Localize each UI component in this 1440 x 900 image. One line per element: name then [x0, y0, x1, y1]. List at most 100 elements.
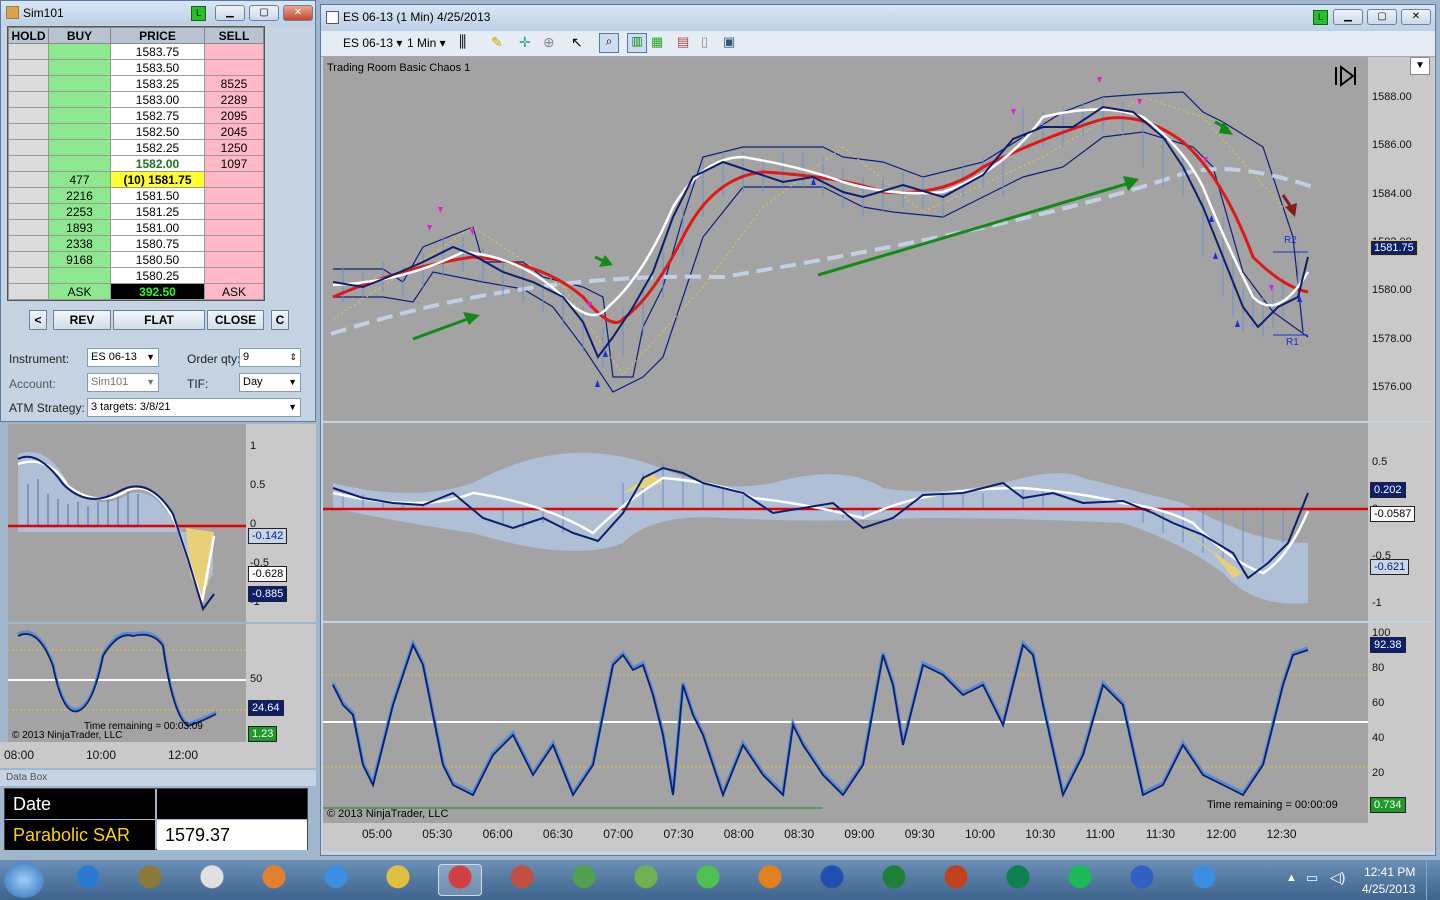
network-app-icon[interactable]	[562, 864, 606, 896]
ladder-hold-cell	[8, 59, 49, 76]
instrument-select[interactable]: ES 06-13 ▼	[87, 348, 159, 367]
chart-close-button[interactable]: ✕	[1401, 9, 1431, 25]
game-app-icon[interactable]	[128, 864, 172, 896]
flower-app-icon[interactable]	[1120, 864, 1164, 896]
app-icon	[6, 6, 19, 19]
pencil-icon[interactable]: ✎	[491, 34, 503, 51]
document-viewer-icon[interactable]	[190, 864, 234, 896]
ladder-sell-cell[interactable]: 1097	[204, 155, 264, 172]
indicators-icon[interactable]: ▥	[627, 33, 647, 53]
sar-label-cell: Parabolic SAR	[5, 820, 155, 850]
clock-time[interactable]: 12:41 PM	[1364, 865, 1415, 879]
chart-titlebar[interactable]: ES 06-13 (1 Min) 4/25/2013 L ▁ ▢ ✕	[321, 5, 1435, 31]
ladder-sell-cell[interactable]	[204, 59, 264, 76]
close-position-button[interactable]: CLOSE	[207, 310, 264, 330]
close-window-button[interactable]: ✕	[283, 5, 313, 21]
order-qty-input[interactable]: 9 ⇕	[239, 348, 301, 367]
spotify-icon[interactable]	[1058, 864, 1102, 896]
internet-explorer-2-icon[interactable]	[1182, 864, 1226, 896]
data-box-icon[interactable]: ▯	[701, 34, 708, 50]
ladder-buy-cell[interactable]	[48, 123, 111, 140]
dom-titlebar[interactable]: Sim101 L ▁ ▢ ✕	[1, 1, 315, 25]
ladder-sell-cell[interactable]	[204, 171, 264, 188]
internet-explorer-icon[interactable]	[66, 864, 110, 896]
media-player-icon[interactable]	[252, 864, 296, 896]
ladder-sell-cell[interactable]	[204, 187, 264, 204]
ladder-sell-cell[interactable]	[204, 251, 264, 268]
chart-trader-icon[interactable]: ▣	[723, 34, 735, 50]
start-orb-icon[interactable]	[4, 862, 44, 898]
ladder-buy-cell[interactable]	[48, 43, 111, 60]
interval-dropdown[interactable]: 1 Min ▾	[407, 36, 446, 50]
ladder-sell-cell[interactable]	[204, 203, 264, 220]
taskbar: ▲ ▭ ◁) 12:41 PM 4/25/2013	[0, 860, 1440, 900]
chart-minimize-button[interactable]: ▁	[1333, 9, 1363, 25]
bar-type-icon[interactable]: ⫼	[459, 34, 466, 52]
ladder-sell-cell[interactable]	[204, 43, 264, 60]
ladder-sell-cell[interactable]	[204, 235, 264, 252]
mini-osc-value-tag: -0.628	[248, 566, 288, 582]
collapse-button[interactable]: <	[29, 310, 47, 330]
network-icon[interactable]: ▭	[1306, 870, 1318, 886]
c-button[interactable]: C	[271, 310, 289, 330]
chart-maximize-button[interactable]: ▢	[1367, 9, 1397, 25]
powerpoint-icon[interactable]	[934, 864, 978, 896]
ladder-hold-cell	[8, 267, 49, 284]
ladder-buy-cell[interactable]: 2338	[48, 235, 111, 252]
mini-oscillator-panel	[8, 424, 246, 622]
dice-app-icon[interactable]	[686, 864, 730, 896]
ladder-buy-cell[interactable]	[48, 139, 111, 156]
ladder-sell-cell[interactable]	[204, 267, 264, 284]
ladder-buy-cell[interactable]	[48, 155, 111, 172]
ladder-buy-cell[interactable]: 9168	[48, 251, 111, 268]
publisher-icon[interactable]	[996, 864, 1040, 896]
ladder-price-cell: 1581.25	[110, 203, 205, 220]
word-icon[interactable]	[810, 864, 854, 896]
atm-select[interactable]: 3 targets: 3/8/21 ▼	[87, 398, 301, 417]
minimize-button[interactable]: ▁	[215, 5, 245, 21]
ladder-buy-cell[interactable]	[48, 107, 111, 124]
ladder-buy-cell[interactable]	[48, 91, 111, 108]
maximize-button[interactable]: ▢	[249, 5, 279, 21]
pointer-icon[interactable]: ↖	[571, 34, 583, 51]
outlook-icon[interactable]	[748, 864, 792, 896]
ladder-buy-cell[interactable]	[48, 267, 111, 284]
ladder-sell-cell[interactable]: 8525	[204, 75, 264, 92]
ladder-buy-cell[interactable]	[48, 59, 111, 76]
ladder-sell-cell[interactable]: 2289	[204, 91, 264, 108]
account-select[interactable]: Sim101 ▼	[87, 373, 159, 392]
crosshair-icon[interactable]: ✛	[519, 34, 531, 51]
tray-chevron-icon[interactable]: ▲	[1286, 872, 1297, 884]
properties-icon[interactable]: ▤	[677, 34, 689, 50]
strategies-icon[interactable]: ▦	[651, 34, 663, 50]
ladder-sell-cell[interactable]: 2045	[204, 123, 264, 140]
show-desktop-button[interactable]	[1426, 860, 1440, 900]
notes-app-icon[interactable]	[624, 864, 668, 896]
excel-icon[interactable]	[872, 864, 916, 896]
navigation-app-icon[interactable]	[500, 864, 544, 896]
ladder-buy-cell[interactable]: 2216	[48, 187, 111, 204]
reverse-button[interactable]: REV	[53, 310, 111, 330]
ladder-sell-cell[interactable]: 2095	[204, 107, 264, 124]
ninjatrader-icon[interactable]	[438, 864, 482, 896]
spinner-icon[interactable]: ⇕	[289, 349, 297, 366]
clock-date[interactable]: 4/25/2013	[1362, 882, 1415, 896]
tif-select[interactable]: Day ▼	[239, 373, 301, 392]
stoch-tick-label: 80	[1372, 662, 1385, 674]
footer-ask-buy[interactable]: ASK	[48, 283, 111, 300]
ladder-buy-cell[interactable]: 477	[48, 171, 111, 188]
ladder-buy-cell[interactable]: 1893	[48, 219, 111, 236]
ladder-sell-cell[interactable]: 1250	[204, 139, 264, 156]
messenger-icon[interactable]	[314, 864, 358, 896]
volume-icon[interactable]: ◁)	[1330, 869, 1345, 886]
ladder-buy-cell[interactable]	[48, 75, 111, 92]
instrument-dropdown[interactable]: ES 06-13 ▾	[343, 36, 402, 50]
magnet-icon[interactable]: ⊕	[543, 34, 555, 51]
chart-menu-button[interactable]: ▼	[1410, 57, 1430, 75]
ladder-sell-cell[interactable]	[204, 219, 264, 236]
flat-button[interactable]: FLAT	[113, 310, 205, 330]
footer-ask-sell[interactable]: ASK	[204, 283, 264, 300]
file-explorer-icon[interactable]	[376, 864, 420, 896]
ladder-buy-cell[interactable]: 2253	[48, 203, 111, 220]
zoom-icon[interactable]: ⌕	[599, 33, 619, 53]
